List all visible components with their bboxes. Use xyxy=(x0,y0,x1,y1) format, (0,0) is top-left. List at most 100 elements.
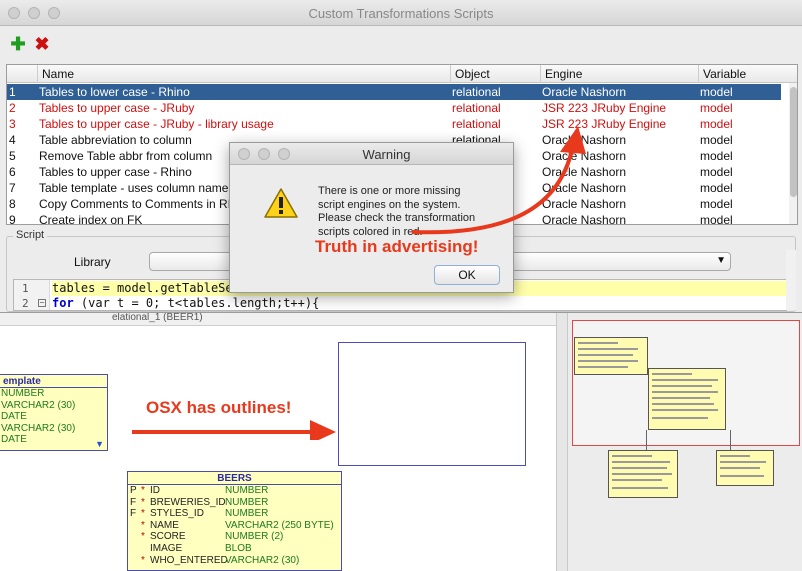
mandatory-marker: * xyxy=(141,531,145,543)
dialog-titlebar[interactable]: Warning xyxy=(230,143,513,165)
cell-variable: model xyxy=(700,85,733,99)
cell-object: relational xyxy=(452,85,501,99)
window-titlebar[interactable]: Custom Transformations Scripts xyxy=(0,0,802,26)
diagram-navigator[interactable] xyxy=(568,312,802,571)
table-row: * SCORE NUMBER (2) xyxy=(128,531,341,543)
message-line: There is one or more missing xyxy=(318,185,461,197)
cell-engine: JSR 223 JRuby Engine xyxy=(542,101,667,115)
cell-num: 9 xyxy=(9,213,16,225)
table-row: P * ID NUMBER xyxy=(128,485,341,497)
cell-num: 2 xyxy=(9,101,16,115)
cell-num: 5 xyxy=(9,149,16,163)
truth-annotation: Truth in advertising! xyxy=(315,237,479,256)
table-row: F * BREWERIES_ID NUMBER xyxy=(128,497,341,509)
cell-variable: model xyxy=(700,181,733,195)
table-row[interactable]: 2 Tables to upper case - JRuby relational J… xyxy=(7,100,781,116)
column-type: NUMBER (2) xyxy=(225,531,284,543)
template-table[interactable]: emplate NUMBER VARCHAR2 (30) DATE VARCHA… xyxy=(0,374,108,451)
key-marker: F xyxy=(130,496,137,508)
template-table-row: NUMBER xyxy=(1,388,45,399)
cell-engine: Oracle Nashorn xyxy=(542,165,627,179)
table-row[interactable]: 1 Tables to lower case - Rhino relational O… xyxy=(7,84,781,100)
script-legend: Script xyxy=(13,229,48,241)
cell-engine: Oracle Nashorn xyxy=(542,197,627,211)
screenshot-stage: elational_1 (BEER1) emplate NUMBER VARCH… xyxy=(0,0,802,571)
code-keyword: for xyxy=(52,296,74,310)
header-variable[interactable]: Variable xyxy=(698,65,788,83)
diagram-canvas[interactable]: elational_1 (BEER1) emplate NUMBER VARCH… xyxy=(0,312,802,571)
column-name: STYLES_ID xyxy=(150,508,204,520)
column-type: BLOB xyxy=(225,542,252,554)
cell-name: Tables to lower case - Rhino xyxy=(39,85,190,99)
column-type: NUMBER xyxy=(225,508,269,520)
cell-num: 4 xyxy=(9,133,16,147)
cell-engine: Oracle Nashorn xyxy=(542,133,627,147)
navigator-table xyxy=(716,450,774,486)
column-type: VARCHAR2 (30) xyxy=(225,554,300,566)
message-line: script engines on the system. xyxy=(318,198,461,211)
cell-num: 3 xyxy=(9,117,16,131)
chevron-down-icon: ▼ xyxy=(716,255,726,266)
column-type: NUMBER xyxy=(225,496,269,508)
warning-icon xyxy=(264,188,298,218)
fold-toggle-icon[interactable]: − xyxy=(38,299,46,307)
cell-variable: model xyxy=(700,197,733,211)
cell-variable: model xyxy=(700,117,733,131)
table-header: Name Object Engine Variable xyxy=(7,65,797,83)
cell-engine: Oracle Nashorn xyxy=(542,181,627,195)
line-number: 2 xyxy=(22,297,29,310)
cell-variable: model xyxy=(700,165,733,179)
scroll-down-icon[interactable]: ▼ xyxy=(95,439,104,449)
cell-variable: model xyxy=(700,149,733,163)
window-scrollbar[interactable] xyxy=(786,250,796,310)
column-name: SCORE xyxy=(150,531,186,543)
warning-dialog: Warning There is one or more missing scr… xyxy=(229,142,514,293)
library-label: Library xyxy=(74,255,111,269)
column-name: BREWERIES_ID xyxy=(150,496,226,508)
cell-engine: Oracle Nashorn xyxy=(542,149,627,163)
column-name: WHO_ENTERED xyxy=(150,554,228,566)
add-script-button[interactable]: ✚ xyxy=(10,35,26,53)
cell-name: Tables to upper case - JRuby - library u… xyxy=(39,117,274,131)
cell-engine: JSR 223 JRuby Engine xyxy=(542,117,667,131)
key-marker: P xyxy=(130,485,137,496)
header-name[interactable]: Name xyxy=(37,65,450,83)
cell-object: relational xyxy=(452,117,501,131)
navigator-table xyxy=(574,337,648,375)
code-line: for (var t = 0; t<tables.length;t++){ xyxy=(52,296,786,310)
message-line: Please check the transformation xyxy=(318,212,476,224)
table-row[interactable]: 3 Tables to upper case - JRuby - library … xyxy=(7,116,781,132)
scrollbar-thumb[interactable] xyxy=(790,87,797,197)
template-table-row: VARCHAR2 (30) xyxy=(1,422,76,434)
navigator-table xyxy=(608,450,678,498)
code-text: (var t = 0; t<tables.length;t++){ xyxy=(73,296,320,310)
dialog-message: There is one or more missing script engi… xyxy=(318,185,508,239)
mandatory-marker: * xyxy=(141,485,145,496)
line-number: 1 xyxy=(22,282,29,295)
cell-object: relational xyxy=(452,101,501,115)
header-object[interactable]: Object xyxy=(450,65,540,83)
table-scrollbar[interactable] xyxy=(789,83,797,224)
table-row: F * STYLES_ID NUMBER xyxy=(128,508,341,520)
cell-num: 8 xyxy=(9,197,16,211)
dialog-title: Warning xyxy=(362,147,411,162)
cell-variable: model xyxy=(700,213,733,225)
header-num[interactable] xyxy=(7,65,37,83)
column-type: NUMBER xyxy=(225,485,269,496)
table-row: IMAGE BLOB xyxy=(128,543,341,555)
arrow-right-icon xyxy=(132,420,336,440)
mandatory-marker: * xyxy=(141,496,145,508)
line-number-gutter: 1 2 − xyxy=(14,280,50,310)
cell-engine: Oracle Nashorn xyxy=(542,213,627,225)
beers-table[interactable]: BEERS P * ID NUMBER F * BREWERIES_ID NUMBER F *… xyxy=(127,471,342,571)
cell-num: 6 xyxy=(9,165,16,179)
ok-button[interactable]: OK xyxy=(434,265,500,285)
header-engine[interactable]: Engine xyxy=(540,65,698,83)
template-table-row: VARCHAR2 (30) xyxy=(1,399,76,411)
mandatory-marker: * xyxy=(141,519,145,531)
template-table-title: emplate xyxy=(0,375,107,388)
split-pane-divider[interactable] xyxy=(556,312,568,571)
delete-script-button[interactable]: ✖ xyxy=(34,35,50,53)
diagram-tab[interactable]: elational_1 (BEER1) xyxy=(0,312,560,326)
mandatory-marker: * xyxy=(141,508,145,520)
